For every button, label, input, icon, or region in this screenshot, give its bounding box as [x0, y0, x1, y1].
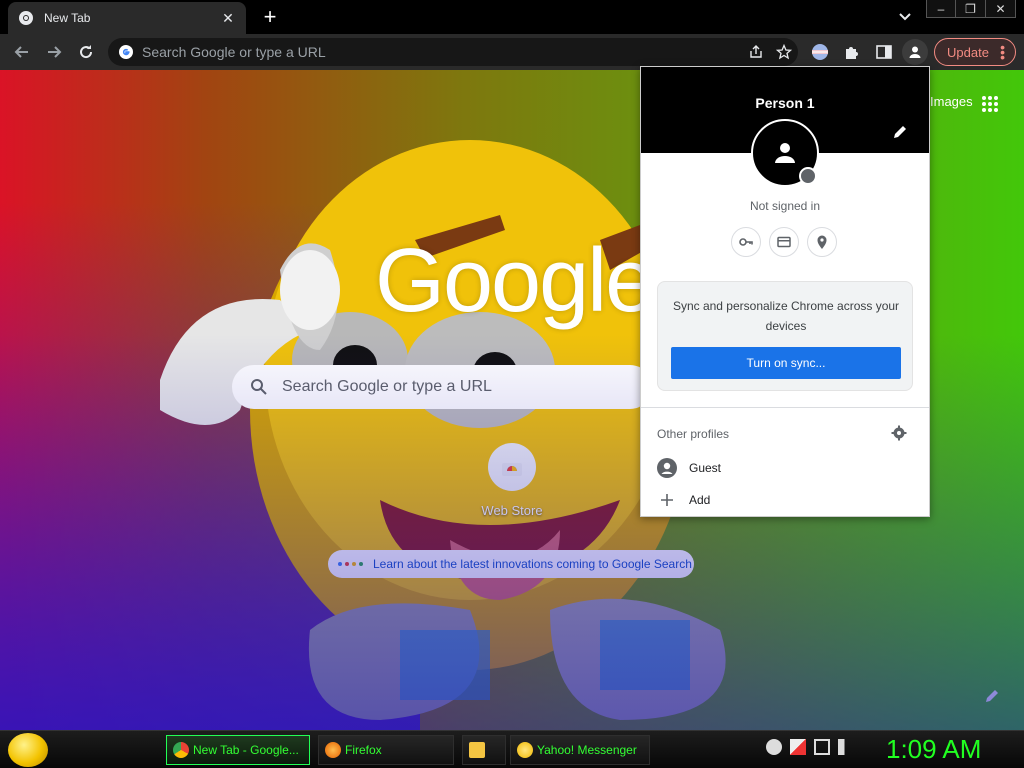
shortcut-web-store[interactable]: Web Store: [472, 443, 552, 533]
extensions-puzzle-icon[interactable]: [840, 40, 864, 64]
firefox-icon: [325, 742, 341, 758]
other-profiles-label: Other profiles: [657, 427, 730, 441]
folder-icon: [469, 742, 485, 758]
restore-button[interactable]: ❐: [956, 0, 986, 18]
promo-banner[interactable]: Learn about the latest innovations comin…: [328, 550, 694, 578]
update-label: Update: [947, 44, 989, 60]
guest-label: Guest: [689, 461, 722, 475]
taskbar-item-chrome[interactable]: New Tab - Google...: [166, 735, 310, 765]
reload-icon: [80, 45, 93, 59]
start-button[interactable]: [8, 733, 48, 767]
minimize-button[interactable]: –: [926, 0, 956, 18]
edit-pencil-icon[interactable]: [891, 123, 909, 141]
forward-button[interactable]: [44, 42, 64, 62]
add-label: Add: [689, 493, 711, 507]
profile-menu: Person 1 Not signed in Sync and personal…: [640, 66, 930, 517]
system-tray: [766, 739, 854, 755]
omnibox[interactable]: [108, 38, 798, 66]
web-store-icon: [488, 443, 536, 491]
sync-promo-card: Sync and personalize Chrome across your …: [657, 281, 913, 391]
key-icon: [739, 238, 753, 246]
guest-profile-row[interactable]: Guest: [657, 455, 913, 481]
tray-volume-icon[interactable]: [838, 739, 854, 755]
update-button[interactable]: Update • • •: [934, 38, 1016, 66]
forward-arrow-icon: [48, 46, 62, 58]
reload-button[interactable]: [76, 42, 96, 62]
tray-smiley-icon[interactable]: [766, 739, 782, 755]
turn-on-sync-button[interactable]: Turn on sync...: [671, 347, 901, 379]
google-logo: Google: [375, 231, 655, 331]
chrome-icon: [19, 11, 33, 25]
google-dots-icon: [338, 562, 363, 566]
guest-avatar-icon: [657, 458, 677, 478]
customize-pencil-icon[interactable]: [982, 686, 1002, 706]
divider: [641, 407, 929, 408]
location-pin-icon: [817, 235, 827, 249]
tab-strip: New Tab ✕ + – ❐ ✕: [0, 0, 1024, 34]
promo-text: Learn about the latest innovations comin…: [373, 557, 692, 571]
addresses-button[interactable]: [807, 227, 837, 257]
plus-icon: [657, 490, 677, 510]
omnibox-input[interactable]: [142, 44, 742, 60]
tray-flag-icon[interactable]: [790, 739, 806, 755]
passwords-key-button[interactable]: [731, 227, 761, 257]
extension-flag-icon[interactable]: [808, 40, 832, 64]
ntp-search-box[interactable]: [232, 365, 652, 409]
bookmark-star-icon[interactable]: [770, 38, 798, 66]
back-button[interactable]: [12, 42, 32, 62]
tab-close-icon[interactable]: ✕: [220, 10, 236, 26]
add-profile-row[interactable]: Add: [657, 487, 913, 513]
close-window-button[interactable]: ✕: [986, 0, 1016, 18]
profile-name: Person 1: [755, 95, 815, 111]
task-label: New Tab - Google...: [193, 743, 299, 757]
chrome-icon: [173, 742, 189, 758]
new-tab-button[interactable]: +: [258, 6, 282, 28]
taskbar: New Tab - Google... Firefox Yahoo! Messe…: [0, 730, 1024, 768]
payment-methods-button[interactable]: [769, 227, 799, 257]
manage-profiles-gear-icon[interactable]: [891, 425, 907, 441]
tab-new-tab[interactable]: New Tab ✕: [8, 2, 246, 34]
person-icon: [775, 143, 795, 163]
google-apps-grid-icon[interactable]: [980, 94, 1000, 114]
share-icon[interactable]: [742, 38, 770, 66]
taskbar-item-folder[interactable]: [462, 735, 506, 765]
tab-search-chevron-icon[interactable]: [896, 8, 914, 26]
sign-in-status: Not signed in: [749, 199, 821, 213]
taskbar-item-firefox[interactable]: Firefox: [318, 735, 454, 765]
task-label: Firefox: [345, 743, 382, 757]
sync-description: Sync and personalize Chrome across your …: [672, 299, 900, 333]
taskbar-item-yahoo-messenger[interactable]: Yahoo! Messenger: [510, 735, 650, 765]
profile-button[interactable]: [902, 39, 928, 65]
person-icon: [909, 46, 921, 58]
sync-paused-badge-icon: [799, 167, 817, 185]
ntp-search-input[interactable]: [282, 378, 582, 396]
tray-network-icon[interactable]: [814, 739, 830, 755]
back-arrow-icon: [14, 46, 28, 58]
images-link[interactable]: Images: [930, 94, 973, 109]
task-label: Yahoo! Messenger: [537, 743, 637, 757]
credit-card-icon: [777, 236, 791, 248]
quick-actions: [731, 227, 837, 257]
shortcut-label: Web Store: [481, 503, 543, 518]
taskbar-clock[interactable]: 1:09 AM: [886, 734, 981, 765]
window-controls: – ❐ ✕: [926, 0, 1016, 18]
toolbar: Update •••: [0, 34, 1024, 70]
google-g-icon: [119, 45, 133, 59]
tab-title: New Tab: [44, 11, 91, 25]
screen: New Tab ✕ + – ❐ ✕ Search Google or type …: [0, 0, 1024, 768]
search-icon: [251, 379, 267, 395]
yahoo-messenger-icon: [517, 742, 533, 758]
side-panel-icon[interactable]: [872, 40, 896, 64]
menu-kebab-icon: • • •: [1000, 39, 1005, 65]
